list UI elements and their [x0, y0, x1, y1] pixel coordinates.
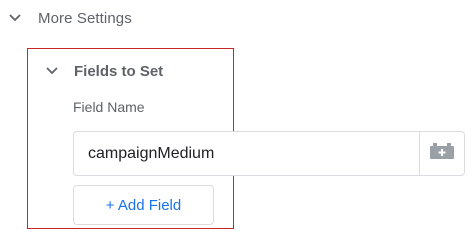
settings-panel: More Settings Fields to Set Field Name c… — [0, 0, 474, 235]
more-settings-label: More Settings — [38, 9, 132, 27]
fields-to-set-toggle[interactable]: Fields to Set — [40, 59, 163, 83]
chevron-down-icon — [3, 6, 27, 30]
field-name-input-row — [73, 131, 465, 176]
more-settings-toggle[interactable]: More Settings — [3, 6, 132, 30]
add-field-button[interactable]: + Add Field — [73, 185, 214, 225]
variable-brick-icon — [429, 142, 455, 165]
fields-to-set-label: Fields to Set — [74, 62, 164, 80]
variable-picker-button[interactable] — [419, 131, 465, 176]
field-name-label: Field Name — [73, 99, 145, 115]
field-name-input[interactable] — [73, 131, 419, 176]
chevron-down-icon — [40, 59, 64, 83]
